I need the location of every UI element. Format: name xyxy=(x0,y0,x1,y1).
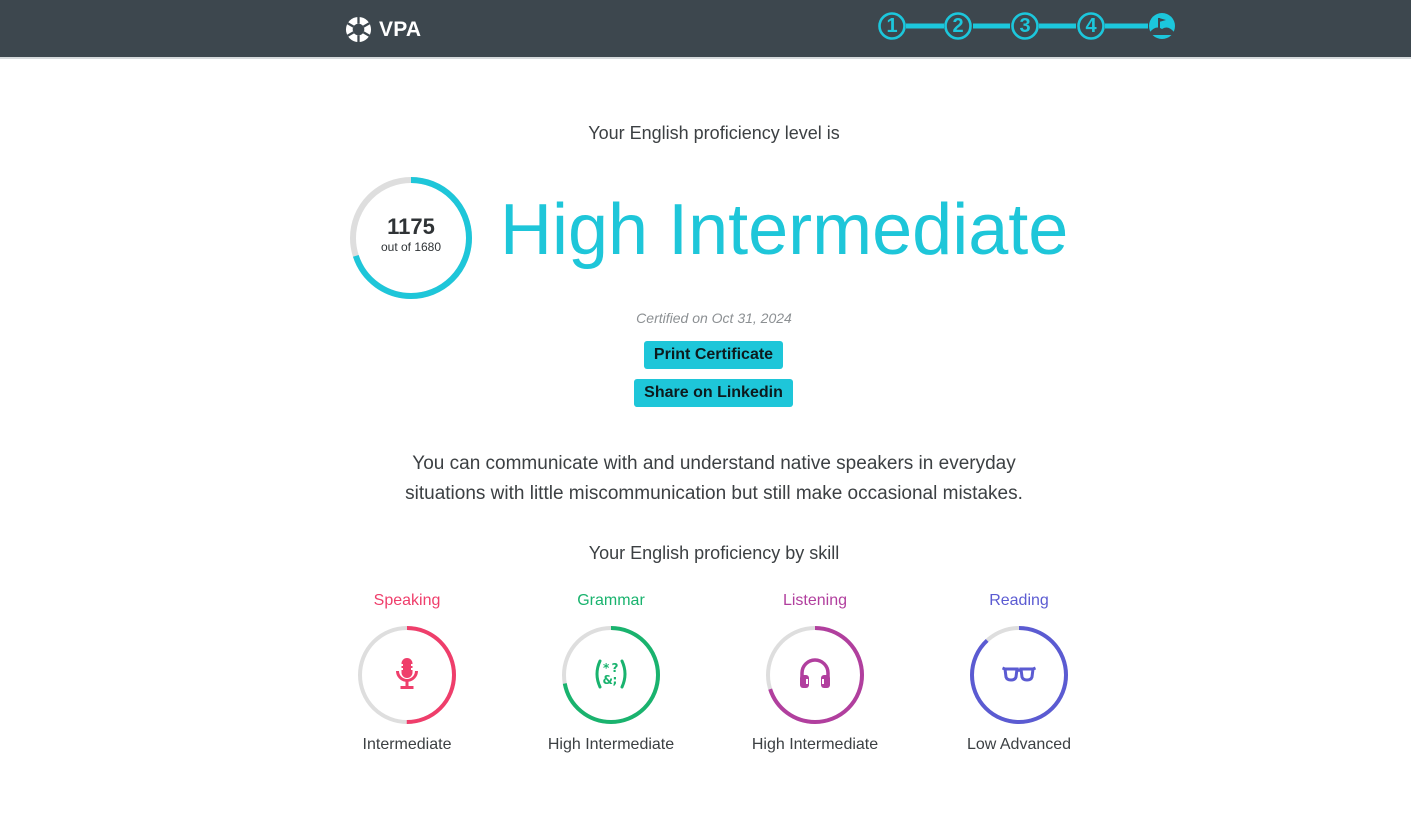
logo-text: VPA xyxy=(379,17,422,41)
proficiency-level: High Intermediate xyxy=(500,190,1069,270)
progress-steps: 1 2 3 4 xyxy=(876,10,1178,42)
skill-name: Grammar xyxy=(577,592,645,609)
step-2[interactable]: 2 xyxy=(943,10,973,42)
skill-name: Speaking xyxy=(373,592,441,609)
skill-level: Intermediate xyxy=(362,736,452,753)
grammar-symbols-icon: * ? & ; xyxy=(595,659,627,689)
score-gauge: 1175 out of 1680 xyxy=(348,175,474,301)
glasses-icon xyxy=(1001,666,1037,682)
step-4[interactable]: 4 xyxy=(1076,10,1106,42)
skills-heading: Your English proficiency by skill xyxy=(588,543,840,563)
vpa-logo[interactable]: VPA xyxy=(345,14,421,44)
score-value: 1175 xyxy=(387,214,435,239)
skill-speaking: Speaking Intermediate xyxy=(305,591,509,761)
step-1[interactable]: 1 xyxy=(877,10,907,42)
microphone-icon xyxy=(396,658,418,689)
level-description: You can communicate with and understand … xyxy=(405,453,1023,504)
svg-text:;: ; xyxy=(613,673,618,687)
score-max-label: out of 1680 xyxy=(380,240,442,254)
finish-flag-icon xyxy=(1149,13,1175,39)
skill-name: Listening xyxy=(782,592,848,609)
skill-level: Low Advanced xyxy=(966,736,1072,753)
skill-name: Reading xyxy=(989,592,1049,609)
skill-level: High Intermediate xyxy=(751,736,879,753)
step-3[interactable]: 3 xyxy=(1010,10,1040,42)
skill-reading: Reading Low Advanced xyxy=(917,591,1121,761)
svg-text:&: & xyxy=(603,673,613,687)
logo-mark-icon xyxy=(345,16,372,42)
share-linkedin-button[interactable]: Share on Linkedin xyxy=(634,379,793,407)
top-bar: VPA 1 2 3 4 xyxy=(0,0,1411,59)
print-certificate-button[interactable]: Print Certificate xyxy=(644,341,783,369)
certified-date: Certified on Oct 31, 2024 xyxy=(636,310,792,326)
proficiency-intro: Your English proficiency level is xyxy=(588,123,840,143)
skill-grammar: Grammar * ? & ; High Intermediate xyxy=(509,591,713,761)
skill-level: High Intermediate xyxy=(547,736,675,753)
skill-listening: Listening High Intermediate xyxy=(713,591,917,761)
headphones-icon xyxy=(800,658,830,688)
